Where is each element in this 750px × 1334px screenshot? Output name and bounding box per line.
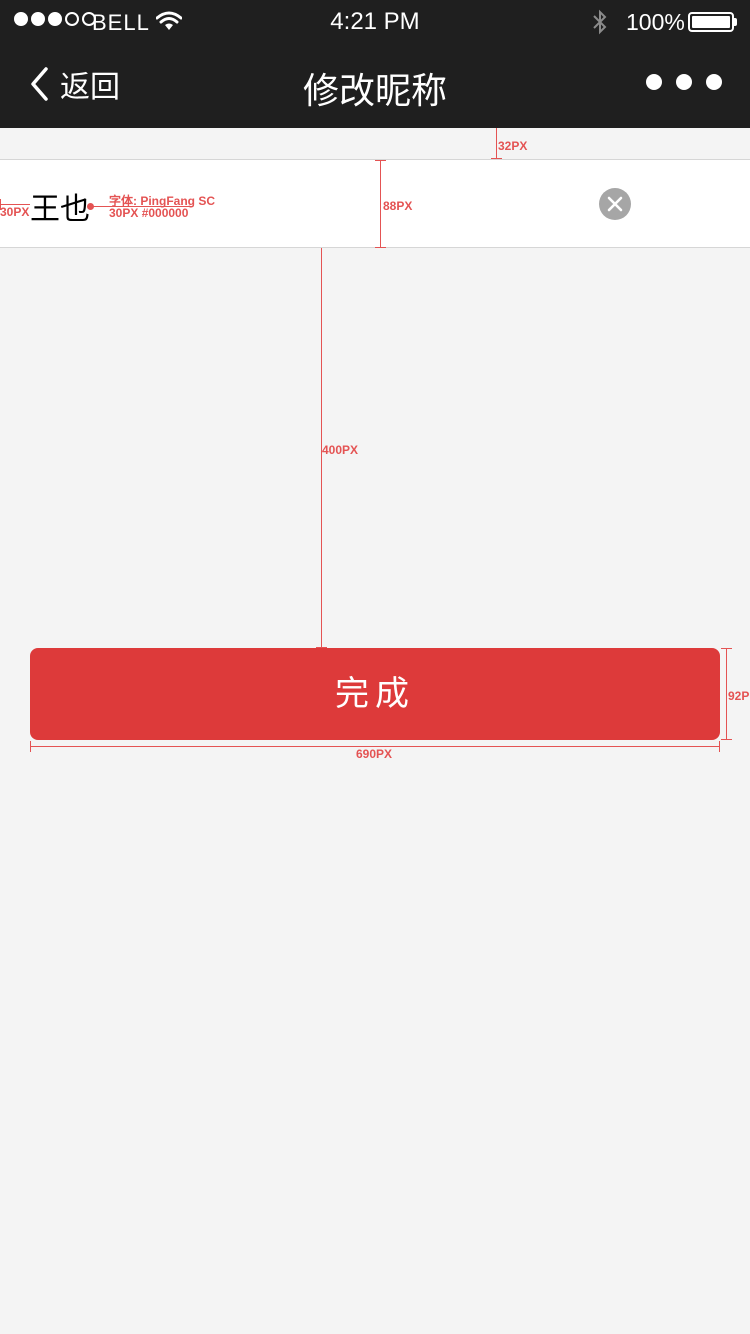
font-spec-line2: 30PX #000000 bbox=[109, 206, 189, 220]
button-width-cap-left bbox=[30, 741, 31, 752]
top-bar: BELL 4:21 PM 100% 返回 修改昵称 bbox=[0, 0, 750, 128]
battery-nub bbox=[734, 18, 737, 26]
button-height-cap-top bbox=[721, 648, 732, 649]
row-height-cap-top bbox=[375, 160, 386, 161]
battery-percent: 100% bbox=[626, 9, 685, 35]
button-width-label: 690PX bbox=[356, 747, 393, 761]
page-title: 修改昵称 bbox=[302, 71, 447, 112]
left-margin-label: 30PX bbox=[0, 205, 30, 219]
button-height-cap-bottom bbox=[721, 739, 732, 740]
status-bar: BELL 4:21 PM 100% bbox=[0, 0, 750, 44]
nickname-field[interactable]: 王也 bbox=[30, 184, 90, 228]
bluetooth-icon bbox=[593, 9, 607, 35]
clear-icon[interactable] bbox=[599, 188, 631, 220]
more-dots-icon[interactable] bbox=[646, 74, 722, 90]
battery-icon bbox=[688, 12, 734, 32]
navigation-bar: 返回 修改昵称 bbox=[0, 44, 750, 128]
button-width-cap-right bbox=[719, 741, 720, 752]
row-height-line bbox=[380, 160, 381, 248]
top-gap-line bbox=[496, 128, 497, 159]
button-height-label: 92P bbox=[728, 689, 750, 703]
button-height-line bbox=[726, 648, 727, 740]
row-height-label: 88PX bbox=[383, 199, 413, 213]
done-button[interactable]: 完成 bbox=[30, 648, 720, 740]
button-gap-label: 400PX bbox=[322, 443, 359, 457]
row-height-cap-bottom bbox=[375, 247, 386, 248]
button-gap-cap bbox=[316, 647, 327, 648]
top-gap-label: 32PX bbox=[498, 139, 528, 153]
top-gap-cap bbox=[491, 158, 502, 159]
